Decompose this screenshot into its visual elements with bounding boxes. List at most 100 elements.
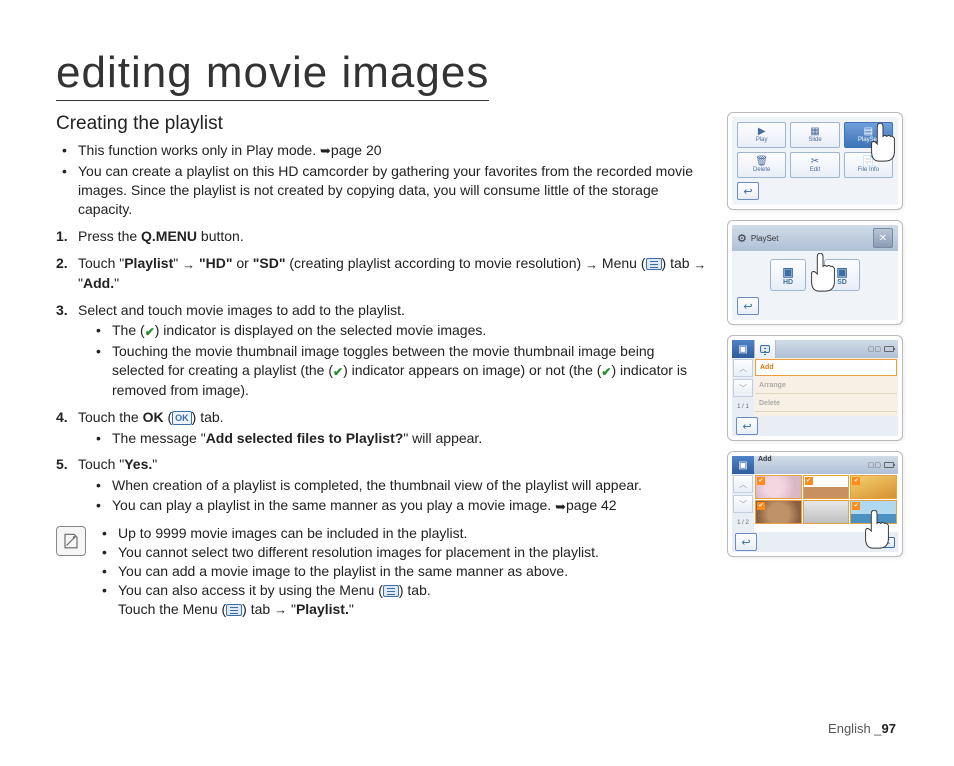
hd-option-button[interactable]: ▣HD xyxy=(770,259,806,291)
text: Playlist. xyxy=(296,601,349,617)
ok-button[interactable]: OK xyxy=(875,537,896,548)
movie-tab[interactable]: ▣ xyxy=(732,340,754,358)
text: "SD" xyxy=(253,255,286,271)
close-button[interactable]: ✕ xyxy=(873,228,893,248)
text: " will appear. xyxy=(403,430,482,446)
label: Delete xyxy=(753,167,770,173)
arrow-right-icon xyxy=(274,600,287,619)
screen-qmenu: ▶Play ▦Slide ▤PlaySet 🗑Delete ✂Edit 📄Fil… xyxy=(728,113,902,209)
text: Q.MENU xyxy=(141,228,197,244)
qmenu-edit-button[interactable]: ✂Edit xyxy=(790,152,839,178)
sd-option-button[interactable]: ▣SD xyxy=(824,259,860,291)
screen-title: ⚙ PlaySet xyxy=(737,232,778,245)
check-icon xyxy=(805,477,813,485)
playlist-icon: ⚙ xyxy=(737,232,747,245)
thumbnail[interactable] xyxy=(850,500,897,524)
intro-item: This function works only in Play mode. p… xyxy=(56,141,708,161)
step-item: Touch the OK (OK) tab. The message "Add … xyxy=(56,408,708,448)
sub-item: When creation of a playlist is completed… xyxy=(94,476,708,495)
menu-icon xyxy=(646,258,662,270)
goto-arrow-icon xyxy=(320,141,331,160)
screen-add-thumbnails: ▣ Add ▢▢ ︿ ﹀ 1 / 2 xyxy=(728,452,902,556)
slide-icon: ▦ xyxy=(810,127,819,137)
step-item: Touch "Yes." When creation of a playlist… xyxy=(56,455,708,516)
menu-item-delete[interactable]: Delete xyxy=(755,395,897,412)
note-list: Up to 9999 movie images can be included … xyxy=(96,524,599,600)
sub-item: You can play a playlist in the same mann… xyxy=(94,496,708,516)
check-icon xyxy=(757,477,765,485)
note-item: You cannot select two different resoluti… xyxy=(96,543,599,562)
scroll-down-button[interactable]: ﹀ xyxy=(733,379,753,397)
qmenu-slide-button[interactable]: ▦Slide xyxy=(790,122,839,148)
screen-title: Add xyxy=(754,456,772,474)
return-button[interactable]: ↩ xyxy=(737,297,759,315)
note-item: You can add a movie image to the playlis… xyxy=(96,562,599,581)
thumbnail[interactable] xyxy=(803,475,850,499)
text: The message " xyxy=(112,430,206,446)
arrow-right-icon xyxy=(182,255,195,274)
qmenu-play-button[interactable]: ▶Play xyxy=(737,122,786,148)
qmenu-delete-button[interactable]: 🗑Delete xyxy=(737,152,786,178)
text: ) tab. xyxy=(192,409,224,425)
note-item: Up to 9999 movie images can be included … xyxy=(96,524,599,543)
scroll-down-button[interactable]: ﹀ xyxy=(733,495,753,513)
label: Edit xyxy=(810,167,820,173)
thumbnail[interactable] xyxy=(803,500,850,524)
text: OK xyxy=(143,409,164,425)
text: " xyxy=(114,275,119,291)
screenshots-column: ▶Play ▦Slide ▤PlaySet 🗑Delete ✂Edit 📄Fil… xyxy=(728,111,902,619)
text: button. xyxy=(197,228,244,244)
battery-icon xyxy=(884,462,894,468)
label: File Info xyxy=(858,167,879,173)
text: ( xyxy=(164,409,173,425)
sub-list: When creation of a playlist is completed… xyxy=(78,476,708,516)
step-item: Select and touch movie images to add to … xyxy=(56,301,708,400)
sub-list: The message "Add selected files to Playl… xyxy=(78,429,708,448)
thumbnail[interactable] xyxy=(755,475,802,499)
label: PlaySet xyxy=(858,137,879,143)
sub-item: Touching the movie thumbnail image toggl… xyxy=(94,342,708,400)
menu-icon xyxy=(760,345,770,353)
manual-page: editing movie images Creating the playli… xyxy=(0,0,954,766)
label: Play xyxy=(756,137,768,143)
text: Menu ( xyxy=(598,255,645,271)
text: or xyxy=(233,255,253,271)
scroll-up-button[interactable]: ︿ xyxy=(733,475,753,493)
text: "HD" xyxy=(195,255,232,271)
check-icon xyxy=(852,477,860,485)
qmenu-playset-button[interactable]: ▤PlaySet xyxy=(844,122,893,148)
menu-icon xyxy=(226,604,242,616)
label: HD xyxy=(783,279,793,286)
trash-icon: 🗑 xyxy=(755,157,768,167)
check-icon xyxy=(757,502,765,510)
screen-menu-list: ▣ ▢▢ ︿ ﹀ 1 / 1 Add Arrange Delete xyxy=(728,336,902,440)
text: The ( xyxy=(112,322,145,338)
menu-item-add[interactable]: Add xyxy=(755,359,897,376)
thumbnail[interactable] xyxy=(755,500,802,524)
scissors-icon: ✂ xyxy=(811,157,819,167)
movie-tab[interactable]: ▣ xyxy=(732,456,754,474)
note-box: Up to 9999 movie images can be included … xyxy=(56,524,708,619)
scroll-up-button[interactable]: ︿ xyxy=(733,359,753,377)
footer-sep: _ xyxy=(874,721,881,736)
text: Touch the Menu ( xyxy=(118,601,226,617)
return-button[interactable]: ↩ xyxy=(736,417,758,435)
menu-tab[interactable] xyxy=(754,340,776,358)
text: " xyxy=(287,601,296,617)
return-button[interactable]: ↩ xyxy=(737,182,759,200)
text: Select and touch movie images to add to … xyxy=(78,302,405,318)
text: page 20 xyxy=(331,142,382,158)
qmenu-fileinfo-button[interactable]: 📄File Info xyxy=(844,152,893,178)
text: This function works only in Play mode. xyxy=(78,142,320,158)
arrow-right-icon xyxy=(693,255,706,274)
text: Playlist xyxy=(124,255,173,271)
note-item: You can also access it by using the Menu… xyxy=(96,581,599,600)
label: PlaySet xyxy=(751,234,779,243)
return-button[interactable]: ↩ xyxy=(735,533,757,551)
thumbnail[interactable] xyxy=(850,475,897,499)
check-icon xyxy=(333,362,343,381)
page-count: 1 / 2 xyxy=(732,514,754,532)
text: " xyxy=(152,456,157,472)
card-icon: ▢▢ xyxy=(868,345,881,353)
menu-item-arrange[interactable]: Arrange xyxy=(755,377,897,394)
